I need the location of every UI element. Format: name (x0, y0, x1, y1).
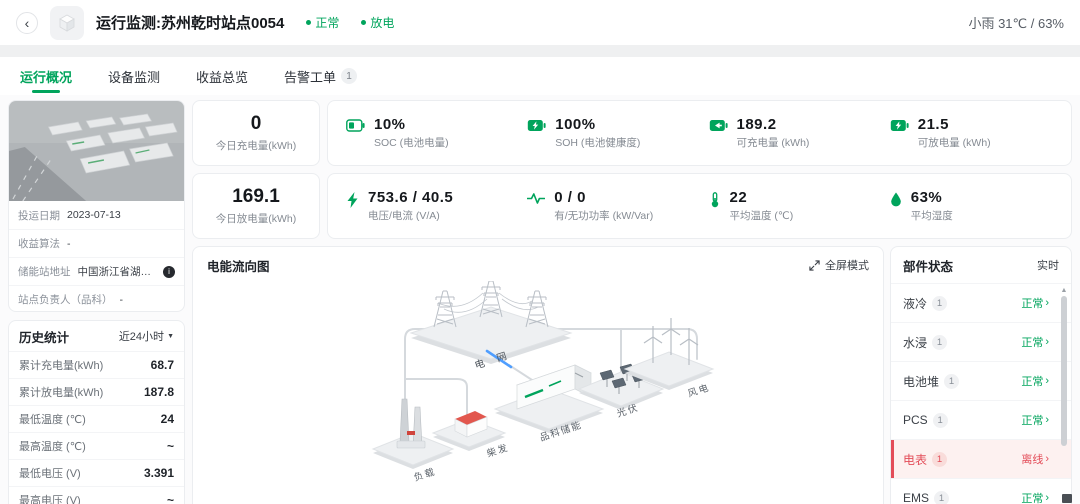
thermometer-icon (709, 192, 721, 208)
station-info-card: 投运日期 2023-07-13 收益算法 - 储能站地址 中国浙江省湖州市吴兴区… (8, 100, 185, 312)
kpi-avg-temp: 22平均温度 (℃) (709, 189, 890, 223)
component-row-battery-stack[interactable]: 电池堆1 正常› (891, 362, 1071, 401)
weather-info: 小雨 31℃ / 63% (968, 13, 1064, 32)
chevron-right-icon: › (1045, 336, 1049, 348)
load-label: 负载 (412, 465, 438, 484)
realtime-toggle[interactable]: 实时 (1037, 257, 1059, 273)
chevron-right-icon: › (1045, 297, 1049, 309)
alarm-count-badge: 1 (341, 68, 357, 84)
component-status-card: 部件状态 实时 液冷1 正常› 水浸1 正常› 电池堆1 正常› PCS1 正常… (890, 246, 1072, 504)
kpi-avg-humidity: 63%平均湿度 (890, 189, 1071, 223)
bolt-icon (346, 192, 359, 208)
battery-soc-icon (346, 119, 365, 132)
history-row: 最低温度 (℃)24 (9, 405, 184, 432)
count-badge: 1 (932, 296, 947, 311)
fullscreen-button[interactable]: 全屏模式 (809, 257, 869, 273)
component-row-liquid-cooling[interactable]: 液冷1 正常› (891, 284, 1071, 323)
chevron-right-icon: › (1045, 453, 1049, 465)
electrical-kpi-card: 753.6 / 40.5电压/电流 (V/A) 0 / 0有/无功功率 (kW/… (327, 173, 1072, 239)
back-button[interactable]: ‹ (16, 12, 38, 34)
component-row-water-immersion[interactable]: 水浸1 正常› (891, 323, 1071, 362)
battery-dischargeable-icon (890, 119, 909, 132)
diesel-label: 柴发 (485, 441, 511, 460)
grid-node (411, 281, 571, 364)
history-title: 历史统计 (19, 327, 69, 346)
chevron-right-icon: › (1045, 492, 1049, 504)
power-flow-diagram: 电网 负载 柴发 (193, 281, 884, 504)
component-list-scrollbar[interactable]: ▲ (1059, 287, 1069, 504)
top-header: ‹ 运行监测:苏州乾时站点0054 正常 放电 小雨 31℃ / 63% (0, 0, 1080, 45)
component-status-title: 部件状态 (903, 256, 953, 275)
tab-revenue[interactable]: 收益总览 (196, 57, 248, 95)
droplet-icon (890, 192, 902, 207)
chevron-down-icon: ▼ (167, 333, 174, 340)
scrollbar-thumb[interactable] (1061, 296, 1067, 446)
chevron-left-icon: ‹ (25, 16, 30, 30)
kpi-dischargeable: 21.5可放电量 (kWh) (890, 116, 1071, 150)
history-row: 最高温度 (℃)~ (9, 432, 184, 459)
count-badge: 1 (933, 413, 948, 428)
tab-bar: 运行概况 设备监测 收益总览 告警工单1 (0, 57, 1080, 95)
component-row-pcs[interactable]: PCS1 正常› (891, 401, 1071, 440)
station-photo (9, 101, 184, 201)
kpi-soc: 10%SOC (电池电量) (346, 116, 527, 150)
kpi-chargeable: 189.2可充电量 (kWh) (709, 116, 890, 150)
history-row: 累计放电量(kWh)187.8 (9, 378, 184, 405)
count-badge: 1 (932, 335, 947, 350)
kpi-voltage-current: 753.6 / 40.5电压/电流 (V/A) (346, 189, 527, 223)
tab-overview[interactable]: 运行概况 (20, 57, 72, 95)
count-badge: 1 (932, 452, 947, 467)
info-row-revenue-algo: 收益算法 - (9, 229, 184, 257)
page-corner-widget[interactable] (1062, 494, 1072, 503)
component-row-meter[interactable]: 电表1 离线› (891, 440, 1071, 479)
count-badge: 1 (944, 374, 959, 389)
header-divider (0, 45, 1080, 57)
chevron-right-icon: › (1045, 414, 1049, 426)
tab-alarm-orders[interactable]: 告警工单1 (284, 57, 357, 95)
green-dot-icon (361, 20, 366, 25)
green-dot-icon (306, 20, 311, 25)
history-row: 最高电压 (V)~ (9, 486, 184, 504)
tab-device-monitor[interactable]: 设备监测 (108, 57, 160, 95)
history-row: 最低电压 (V)3.391 (9, 459, 184, 486)
info-row-commission-date: 投运日期 2023-07-13 (9, 201, 184, 229)
count-badge: 1 (934, 491, 949, 504)
history-range-dropdown[interactable]: 近24小时▼ (119, 328, 174, 344)
status-badge-normal: 正常 (306, 14, 339, 31)
today-charge-card: 0 今日充电量(kWh) (192, 100, 320, 166)
battery-chargeable-icon (709, 119, 728, 132)
kpi-power: 0 / 0有/无功功率 (kW/Var) (527, 189, 708, 223)
history-stats-card: 历史统计 近24小时▼ 累计充电量(kWh)68.7 累计放电量(kWh)187… (8, 320, 185, 504)
today-discharge-card: 169.1 今日放电量(kWh) (192, 173, 320, 239)
storage-node (495, 365, 603, 433)
status-badge-discharging: 放电 (361, 14, 394, 31)
component-row-ems[interactable]: EMS1 正常› (891, 479, 1071, 504)
power-wave-icon (527, 192, 545, 205)
info-row-address: 储能站地址 中国浙江省湖州市吴兴区... i (9, 257, 184, 285)
page-title: 运行监测:苏州乾时站点0054 (96, 12, 284, 33)
component-list: 液冷1 正常› 水浸1 正常› 电池堆1 正常› PCS1 正常› 电表1 离线… (891, 283, 1071, 504)
power-flow-card: 电能流向图 全屏模式 (192, 246, 884, 504)
battery-soh-icon (527, 119, 546, 132)
scroll-up-icon: ▲ (1061, 287, 1068, 295)
history-row: 累计充电量(kWh)68.7 (9, 351, 184, 378)
info-row-manager: 站点负责人（品科） - (9, 285, 184, 312)
kpi-soh: 100%SOH (电池健康度) (527, 116, 708, 150)
expand-icon (809, 260, 820, 271)
battery-kpi-card: 10%SOC (电池电量) 100%SOH (电池健康度) 189.2可充电量 … (327, 100, 1072, 166)
monitoring-page: ‹ 运行监测:苏州乾时站点0054 正常 放电 小雨 31℃ / 63% 运行概… (0, 0, 1080, 504)
chevron-right-icon: › (1045, 375, 1049, 387)
flow-title: 电能流向图 (207, 256, 270, 275)
station-cube-icon (50, 6, 84, 40)
wind-label: 风电 (686, 381, 712, 400)
info-icon[interactable]: i (163, 266, 175, 278)
